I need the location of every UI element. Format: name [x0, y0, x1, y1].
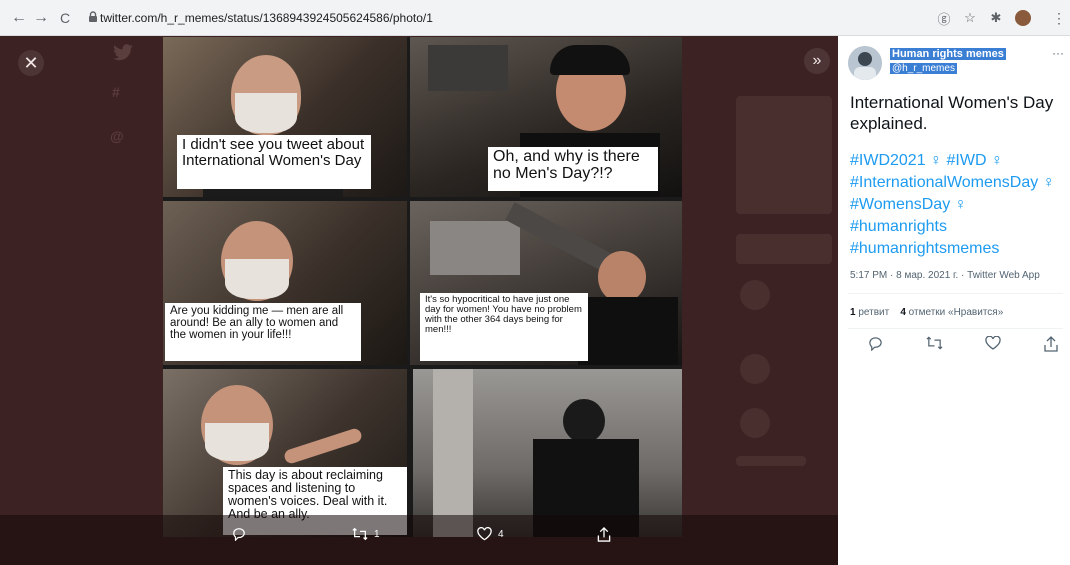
translate-icon[interactable]: ⓖ: [937, 9, 951, 28]
hashtag-link[interactable]: #humanrights: [850, 218, 947, 235]
reload-icon[interactable]: C: [54, 7, 76, 29]
reply-icon: [869, 337, 882, 352]
tweet-stats: 1 ретвит 4 отметки «Нравится»: [850, 307, 1003, 318]
hashtag-link[interactable]: #WomensDay: [850, 196, 950, 213]
like-button[interactable]: 4: [477, 527, 504, 541]
display-name[interactable]: Human rights memes: [890, 48, 1006, 60]
retweet-icon: [926, 336, 943, 350]
hashtag-link[interactable]: #IWD: [947, 152, 987, 169]
retweet-stat[interactable]: 1 ретвит: [850, 307, 889, 318]
share-button[interactable]: [1044, 336, 1058, 356]
cap-hat-shape: [550, 45, 630, 75]
address-bar[interactable]: twitter.com/h_r_memes/status/13689439245…: [80, 6, 1035, 30]
beard-shape: [225, 259, 289, 299]
like-stat-label: отметки «Нравится»: [908, 307, 1004, 318]
microwave-shape: [428, 45, 508, 91]
profile-avatar-icon[interactable]: [1015, 10, 1031, 26]
tweet-hashtags: #IWD2021 ♀ #IWD ♀ #InternationalWomensDa…: [850, 150, 1065, 260]
tweet-timestamp[interactable]: 5:17 PM · 8 мар. 2021 г. · Twitter Web A…: [850, 270, 1040, 281]
bg-hashtag-icon: #: [112, 84, 120, 100]
meme-panel-2: Oh, and why is there no Men's Day?!?: [410, 37, 682, 197]
retweet-icon: [352, 527, 368, 541]
meme-panel-1: I didn't see you tweet about Internation…: [163, 37, 407, 197]
share-button[interactable]: [597, 527, 611, 542]
reply-button[interactable]: [868, 336, 883, 356]
photo-action-bar: 1 4: [0, 515, 838, 565]
like-stat[interactable]: 4 отметки «Нравится»: [900, 307, 1003, 318]
retweet-count: 1: [374, 528, 380, 540]
forward-icon[interactable]: →: [30, 7, 52, 29]
retweet-stat-count: 1: [850, 307, 856, 318]
avatar[interactable]: [848, 46, 882, 80]
bookmark-star-icon[interactable]: ☆: [963, 10, 977, 26]
meme-panel-5: This day is about reclaiming spaces and …: [163, 369, 407, 537]
reply-icon: [233, 528, 245, 541]
divider: [848, 328, 1063, 329]
like-button[interactable]: [985, 335, 1001, 356]
url-text: twitter.com/h_r_memes/status/13689439245…: [100, 11, 433, 25]
door-shape: [433, 369, 473, 537]
meme-caption-2: Oh, and why is there no Men's Day?!?: [488, 147, 658, 191]
meme-caption-4: It's so hypocritical to have just one da…: [420, 293, 588, 361]
venus-icon: ♀: [1042, 174, 1055, 191]
twitter-logo-icon: [113, 44, 133, 61]
extensions-icon[interactable]: ✱: [989, 10, 1003, 26]
beard-shape: [235, 93, 297, 133]
hashtag-link[interactable]: #InternationalWomensDay: [850, 174, 1038, 191]
hashtag-link[interactable]: #humanrightsmemes: [850, 240, 999, 257]
share-icon: [597, 527, 611, 542]
venus-icon: ♀: [954, 196, 967, 213]
shirt-shape: [578, 297, 678, 365]
bg-at-icon: @: [110, 128, 124, 144]
like-stat-count: 4: [900, 307, 906, 318]
meme-image: I didn't see you tweet about Internation…: [163, 37, 682, 537]
meme-caption-1: I didn't see you tweet about Internation…: [177, 135, 371, 189]
user-handle[interactable]: @h_r_memes: [890, 63, 957, 74]
bg-card: [736, 96, 832, 214]
bg-card: [736, 234, 832, 264]
meme-panel-3: Are you kidding me — men are all around!…: [163, 201, 407, 365]
heart-icon: [985, 335, 1001, 350]
meme-caption-3: Are you kidding me — men are all around!…: [165, 303, 361, 361]
more-options-icon[interactable]: ···: [1052, 46, 1064, 60]
divider: [848, 293, 1063, 294]
bg-avatar: [740, 354, 770, 384]
reply-button[interactable]: [232, 527, 246, 541]
like-count: 4: [498, 528, 504, 540]
venus-icon: ♀: [990, 152, 1003, 169]
head-shape: [563, 399, 605, 443]
face-shape: [598, 251, 646, 303]
beard-shape: [205, 423, 269, 461]
meme-panel-4: It's so hypocritical to have just one da…: [410, 201, 682, 365]
browser-toolbar: ← → C twitter.com/h_r_memes/status/13689…: [0, 0, 1070, 36]
pointing-arm-shape: [282, 426, 364, 466]
tweet-text: International Women's Day explained.: [850, 93, 1054, 133]
venus-icon: ♀: [930, 152, 943, 169]
tweet-action-row: [868, 335, 1058, 356]
back-icon[interactable]: ←: [8, 7, 30, 29]
hashtag-link[interactable]: #IWD2021: [850, 152, 926, 169]
retweet-button[interactable]: 1: [352, 527, 380, 541]
heart-icon: [477, 527, 492, 541]
lock-icon: [89, 11, 97, 22]
photo-overlay: # @ ✕ » I didn't see you tweet about Int…: [0, 36, 838, 565]
bg-avatar: [740, 408, 770, 438]
share-icon: [1044, 336, 1058, 352]
tweet-side-panel: Human rights memes @h_r_memes ··· Intern…: [838, 36, 1070, 565]
close-button[interactable]: ✕: [18, 50, 44, 76]
window-shape: [430, 221, 520, 275]
retweet-button[interactable]: [926, 336, 943, 356]
bg-line: [736, 456, 806, 466]
retweet-stat-label: ретвит: [858, 307, 890, 318]
avatar-image: [848, 46, 882, 80]
next-photo-button[interactable]: »: [804, 48, 830, 74]
browser-menu-icon[interactable]: ⋮: [1052, 10, 1066, 27]
meme-panel-6: [413, 369, 682, 537]
address-bar-actions: ⓖ ☆ ✱: [937, 6, 1031, 30]
bg-avatar: [740, 280, 770, 310]
